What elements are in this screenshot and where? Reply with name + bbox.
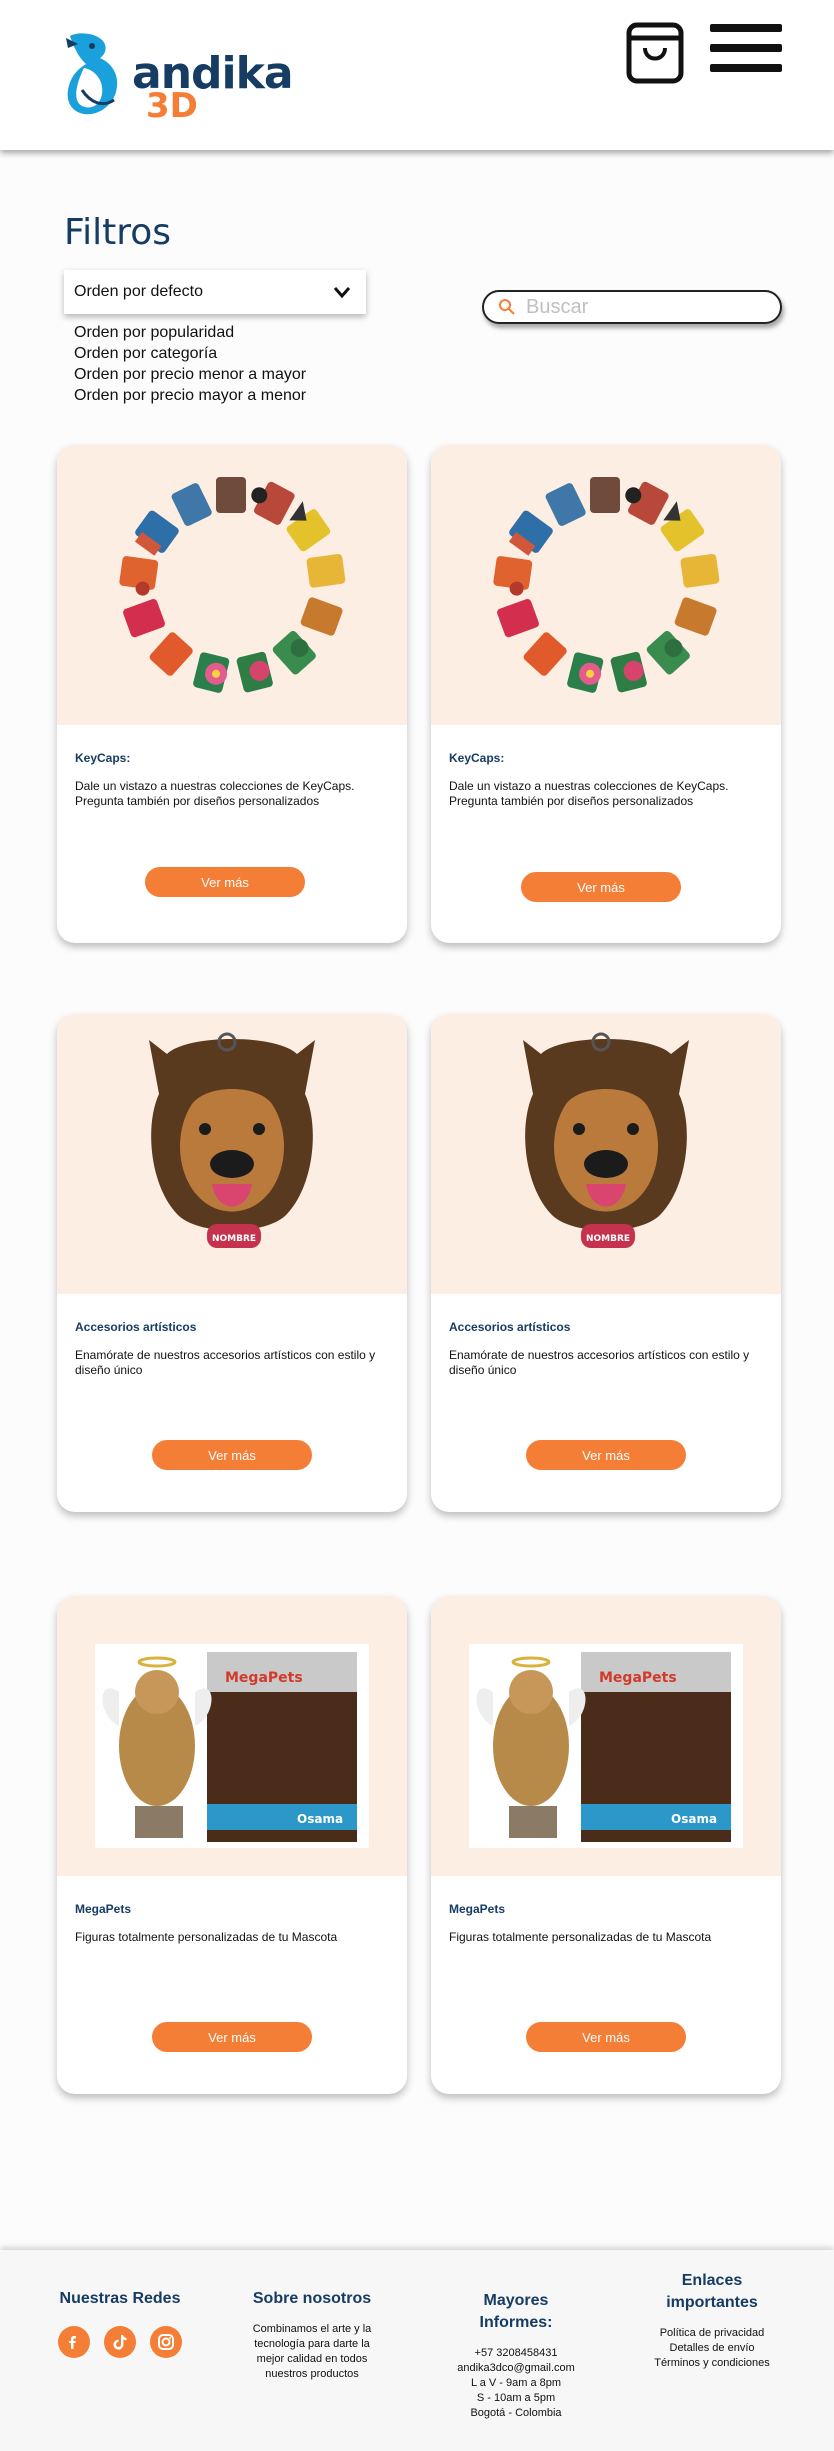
product-description: Dale un vistazo a nuestras colecciones d… [449,779,729,808]
sort-options-list: Orden por popularidad Orden por categorí… [74,322,306,406]
site-footer: Nuestras Redes Sobre nosotros Combinamos… [0,2250,834,2451]
footer-link-privacy[interactable]: Política de privacidad [636,2326,788,2341]
footer-about-title: Sobre nosotros [252,2290,372,2307]
footer-social-section: Nuestras Redes [48,2288,192,2358]
footer-link-shipping[interactable]: Detalles de envío [636,2341,788,2356]
product-image-keycaps [57,445,407,725]
brand-logo[interactable]: andika 3D [62,30,294,130]
product-description: Dale un vistazo a nuestras colecciones d… [75,779,355,808]
search-input[interactable] [526,295,766,319]
logo-3d-mark: 3D [146,86,198,126]
product-description: Figuras totalmente personalizadas de tu … [449,1930,712,1944]
footer-wholesale-title-line1: Mayores [483,2292,549,2309]
megapets-box-name: Osama [671,1812,717,1826]
see-more-button[interactable]: Ver más [145,867,305,897]
product-card: MegaPets Osama MegaPets Figuras totalmen… [57,1596,407,2094]
sort-option-price-desc[interactable]: Orden por precio mayor a menor [74,385,306,406]
see-more-button[interactable]: Ver más [152,2022,312,2052]
footer-about-section: Sobre nosotros Combinamos el arte y la t… [244,2288,380,2382]
dog-name-tag: NOMBRE [586,1234,630,1244]
footer-hours-saturday: S - 10am a 5pm [476,2392,556,2404]
product-image-megapets: MegaPets Osama [431,1596,781,1876]
footer-links-title-line2: importantes [666,2294,758,2311]
footer-phone[interactable]: +57 3208458431 [436,2346,596,2361]
product-image-megapets: MegaPets Osama [57,1596,407,1876]
footer-links-section: Enlaces importantes Política de privacid… [636,2270,788,2371]
hamburger-menu-icon[interactable] [710,24,782,72]
sort-option-category[interactable]: Orden por categoría [74,343,306,364]
product-title: Accesorios artísticos [449,1320,571,1334]
footer-links-title-line1: Enlaces [681,2272,743,2289]
product-card: NOMBRE Accesorios artísticos Enamórate d… [431,1014,781,1512]
product-title: KeyCaps: [449,751,505,765]
footer-email[interactable]: andika3dco@gmail.com [436,2361,596,2376]
product-title: MegaPets [75,1902,132,1916]
footer-social-title: Nuestras Redes [59,2290,181,2307]
site-header: andika 3D [0,0,834,150]
footer-link-terms[interactable]: Términos y condiciones [636,2356,788,2371]
see-more-button[interactable]: Ver más [521,872,681,902]
product-image-dog-keychain: NOMBRE [431,1014,781,1294]
tiktok-icon[interactable] [104,2326,136,2358]
product-description: Figuras totalmente personalizadas de tu … [75,1930,338,1944]
footer-wholesale-title-line2: Informes: [479,2314,553,2331]
product-card: MegaPets Osama MegaPets Figuras totalmen… [431,1596,781,2094]
chevron-down-icon [333,287,351,299]
sort-option-popularity[interactable]: Orden por popularidad [74,322,306,343]
dog-name-tag: NOMBRE [212,1234,256,1244]
footer-hours-weekday: L a V - 9am a 8pm [470,2377,562,2389]
product-image-dog-keychain: NOMBRE [57,1014,407,1294]
megapets-box-brand: MegaPets [599,1670,677,1686]
see-more-button[interactable]: Ver más [526,2022,686,2052]
megapets-box-brand: MegaPets [225,1670,303,1686]
instagram-icon[interactable] [150,2326,182,2358]
product-description: Enamórate de nuestros accesorios artísti… [75,1348,376,1377]
product-image-keycaps [431,445,781,725]
footer-wholesale-section: Mayores Informes: +57 3208458431 andika3… [436,2290,596,2421]
footer-location: Bogotá - Colombia [470,2407,562,2419]
sort-selected-value: Orden por defecto [74,283,203,300]
see-more-button[interactable]: Ver más [152,1440,312,1470]
facebook-icon[interactable] [58,2326,90,2358]
product-title: MegaPets [449,1902,506,1916]
product-title: KeyCaps: [75,751,131,765]
footer-about-text: Combinamos el arte y la tecnología para … [252,2323,372,2380]
product-card: KeyCaps: Dale un vistazo a nuestras cole… [431,445,781,943]
product-card: KeyCaps: Dale un vistazo a nuestras cole… [57,445,407,943]
product-title: Accesorios artísticos [75,1320,197,1334]
product-description: Enamórate de nuestros accesorios artísti… [449,1348,750,1377]
search-bar[interactable] [482,290,782,324]
product-card: NOMBRE Accesorios artísticos Enamórate d… [57,1014,407,1512]
sort-option-price-asc[interactable]: Orden por precio menor a mayor [74,364,306,385]
search-icon [499,299,515,315]
megapets-box-name: Osama [297,1812,343,1826]
see-more-button[interactable]: Ver más [526,1440,686,1470]
sort-select[interactable]: Orden por defecto [64,270,366,314]
shopping-bag-icon[interactable] [626,22,684,84]
filters-title: Filtros [64,212,171,253]
